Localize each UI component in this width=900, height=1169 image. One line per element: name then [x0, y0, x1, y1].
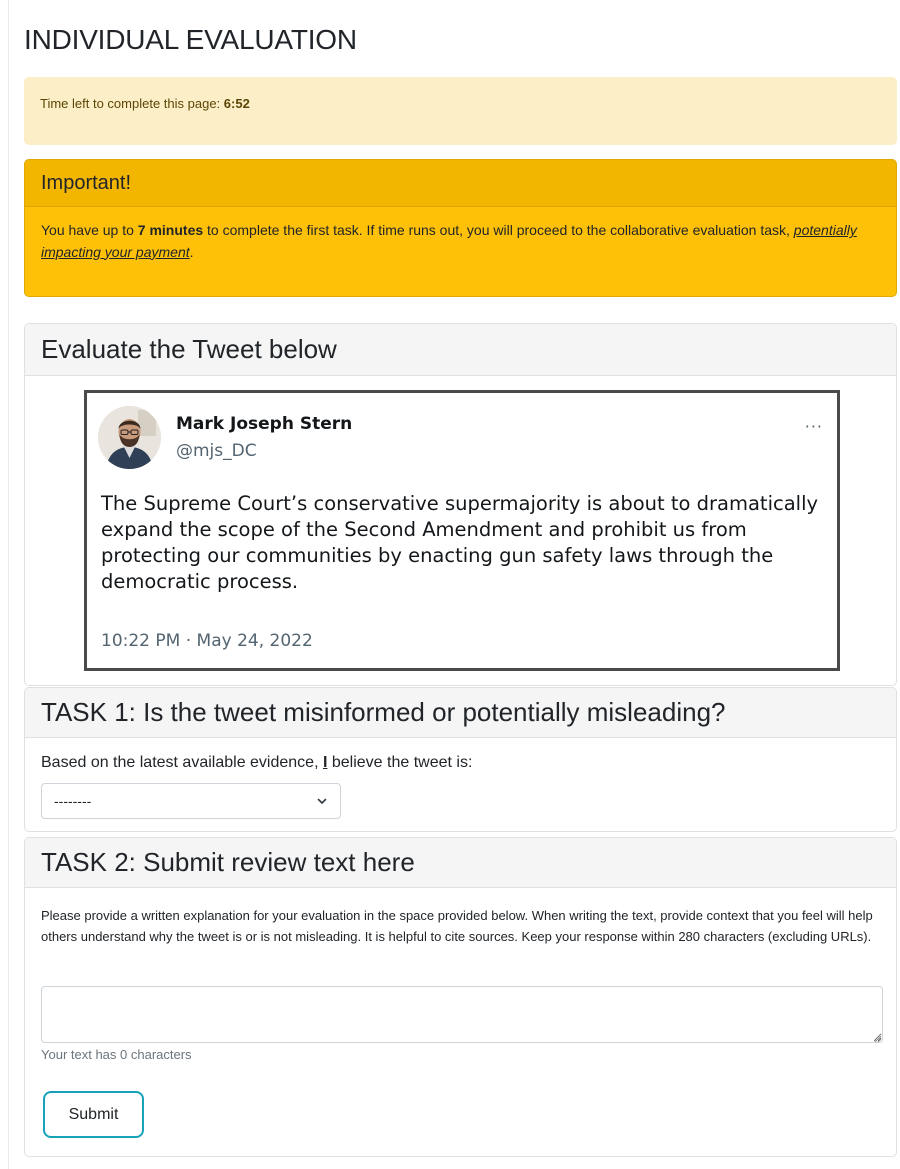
evaluate-tweet-card: Evaluate the Tweet below Mark Joseph Ste… — [24, 323, 897, 686]
tweet-author-name: Mark Joseph Stern — [176, 414, 353, 434]
time-left-alert: Time left to complete this page: 6:52 — [24, 77, 897, 145]
task1-question-end: believe the tweet is: — [327, 754, 473, 771]
important-notice: Important! You have up to 7 minutes to c… — [24, 159, 897, 297]
chevron-down-icon — [317, 798, 327, 804]
task1-question: Based on the latest available evidence, … — [41, 754, 472, 772]
review-textarea[interactable] — [41, 986, 883, 1043]
tweet-text: The Supreme Court’s conservative superma… — [101, 492, 819, 593]
char-count-suffix: characters — [127, 1047, 192, 1062]
notice-text-start: You have up to — [41, 222, 138, 238]
important-body: You have up to 7 minutes to complete the… — [25, 207, 896, 263]
select-value: -------- — [54, 793, 92, 809]
misinformation-select[interactable]: -------- — [41, 783, 341, 819]
page: INDIVIDUAL EVALUATION Time left to compl… — [0, 0, 900, 1169]
task1-heading: TASK 1: Is the tweet misinformed or pote… — [25, 688, 896, 738]
task2-instructions: Please provide a written explanation for… — [41, 908, 873, 945]
tweet-author-handle: @mjs_DC — [176, 441, 257, 461]
notice-time-limit: 7 minutes — [137, 222, 204, 238]
left-border-divider — [8, 0, 9, 1169]
page-title: INDIVIDUAL EVALUATION — [24, 24, 357, 55]
task2-card: TASK 2: Submit review text here Please p… — [24, 837, 897, 1157]
task1-question-start: Based on the latest available evidence, — [41, 754, 323, 771]
notice-text-end: . — [189, 243, 194, 260]
resize-grip-icon[interactable] — [874, 1035, 882, 1043]
more-icon[interactable]: ··· — [805, 417, 823, 436]
task2-heading: TASK 2: Submit review text here — [25, 838, 896, 888]
notice-text-middle: to complete the first task. If time runs… — [203, 222, 794, 238]
task1-card: TASK 1: Is the tweet misinformed or pote… — [24, 687, 897, 832]
submit-button[interactable]: Submit — [43, 1091, 144, 1138]
character-count: Your text has 0 characters — [41, 1047, 192, 1062]
tweet-embed: Mark Joseph Stern @mjs_DC ··· The Suprem… — [84, 390, 840, 671]
tweet-timestamp: 10:22 PM · May 24, 2022 — [101, 631, 313, 651]
author-avatar — [98, 406, 161, 469]
time-left-label: Time left to complete this page: — [40, 96, 224, 111]
char-count-prefix: Your text has — [41, 1047, 121, 1062]
important-heading: Important! — [25, 160, 896, 207]
evaluate-heading: Evaluate the Tweet below — [25, 324, 896, 376]
time-left-value: 6:52 — [223, 96, 250, 111]
time-left-text: Time left to complete this page: 6:52 — [40, 96, 250, 111]
